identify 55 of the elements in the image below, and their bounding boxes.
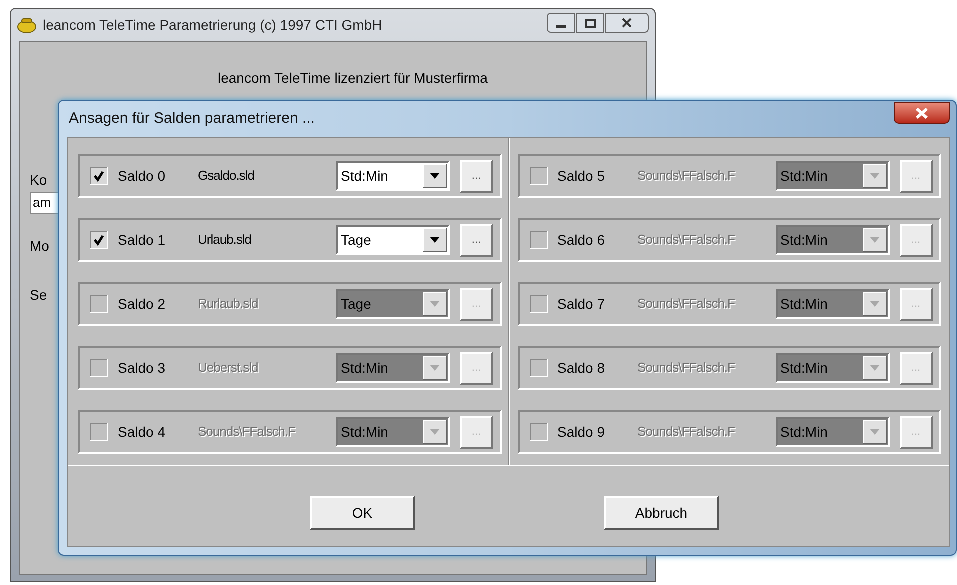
file-name: Sounds\FFalsch.F (638, 359, 736, 378)
field-label: Se (30, 286, 48, 305)
saldo-label: Saldo 8 (558, 358, 606, 378)
saldo-label: Saldo 3 (118, 358, 166, 378)
saldo-label: Saldo 1 (118, 230, 166, 250)
dropdown-arrow-icon (870, 365, 880, 371)
saldo-label: Saldo 5 (558, 166, 606, 186)
license-text: leancom TeleTime lizenziert für Musterfirma (217, 69, 489, 88)
saldo-label: Saldo 6 (558, 230, 606, 250)
file-name: Sounds\FFalsch.F (198, 423, 296, 442)
dropdown-arrow-icon (430, 301, 440, 307)
close-button[interactable] (894, 102, 950, 124)
file-name: Sounds\FFalsch.F (638, 423, 736, 442)
saldo-label: Saldo 4 (118, 422, 166, 442)
dropdown-arrow-icon (870, 173, 880, 179)
ok-button[interactable]: OK (310, 496, 415, 530)
cancel-button[interactable]: Abbruch (604, 496, 719, 530)
minimize-icon (556, 24, 566, 28)
unit-dropdown[interactable]: Tage (336, 225, 450, 255)
file-name: Sounds\FFalsch.F (638, 295, 736, 314)
maximize-button[interactable] (576, 13, 604, 33)
browse-button[interactable]: ... (460, 224, 493, 256)
checkmark-icon (93, 170, 105, 182)
dropdown-arrow-icon (430, 365, 440, 371)
minimize-button[interactable] (547, 13, 575, 33)
dialog-title: Ansagen für Salden parametrieren ... (69, 108, 315, 129)
field-label: Ko (30, 171, 48, 190)
file-name: Sounds\FFalsch.F (638, 231, 736, 250)
saldo-label: Saldo 2 (118, 294, 166, 314)
saldo-label: Saldo 9 (558, 422, 606, 442)
file-name: Rurlaub.sld (198, 295, 260, 314)
dropdown-arrow-icon (430, 429, 440, 435)
browse-button[interactable]: ... (460, 160, 493, 192)
checkbox[interactable] (90, 231, 108, 249)
file-name: Ueberst.sld (198, 359, 260, 378)
close-icon (622, 18, 632, 28)
close-icon (916, 108, 928, 118)
file-name: Urlaub.sld (198, 231, 253, 250)
saldo-label: Saldo 0 (118, 166, 166, 186)
dropdown-arrow-icon (870, 237, 880, 243)
field-label: Mo (30, 237, 50, 256)
maximize-icon (584, 18, 596, 28)
saldo-label: Saldo 7 (558, 294, 606, 314)
unit-dropdown[interactable]: Std:Min (336, 161, 450, 191)
file-name: Sounds\FFalsch.F (638, 167, 736, 186)
dropdown-arrow-icon (430, 237, 440, 243)
close-button[interactable] (605, 13, 649, 33)
phone-icon (17, 16, 37, 34)
checkbox[interactable] (90, 167, 108, 185)
dropdown-arrow-icon (430, 173, 440, 179)
file-name: Gsaldo.sld (198, 167, 256, 186)
dropdown-arrow-icon (870, 429, 880, 435)
checkmark-icon (93, 234, 105, 246)
dropdown-arrow-icon (870, 301, 880, 307)
window-title: leancom TeleTime Parametrierung (c) 1997 CTI GmbH (43, 16, 382, 35)
